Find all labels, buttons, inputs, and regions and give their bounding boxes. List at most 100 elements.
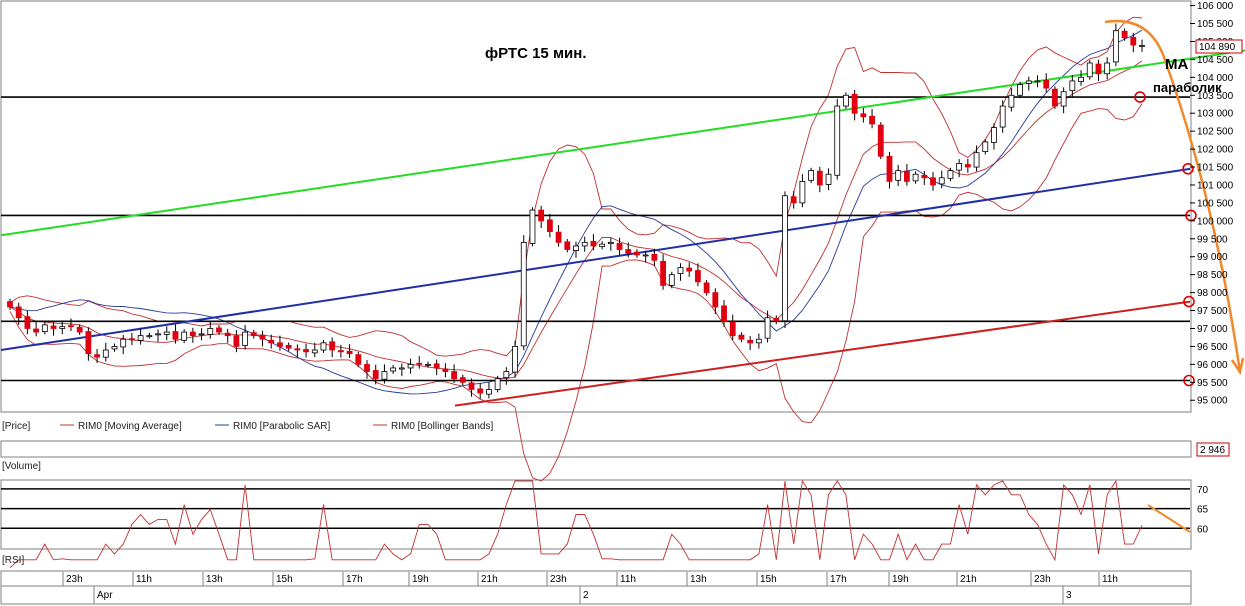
rsi-tick-label: 65 xyxy=(1197,505,1209,516)
candle-body xyxy=(973,152,980,168)
candle-body xyxy=(146,335,153,338)
candle-body xyxy=(459,377,466,383)
y-tick-label: 100 000 xyxy=(1197,216,1234,227)
date-tick-label: Apr xyxy=(97,590,113,601)
time-tick-label: 21h xyxy=(960,574,977,585)
candle-body xyxy=(486,389,492,395)
time-tick-label: 11h xyxy=(1102,574,1118,585)
volume-panel-frame xyxy=(0,440,1192,458)
last-price-value: 104 890 xyxy=(1199,42,1236,53)
candle-body xyxy=(773,317,780,322)
candle-body xyxy=(311,349,318,354)
candle-body xyxy=(947,170,954,179)
candle-body xyxy=(433,363,440,369)
candle-body xyxy=(991,127,997,143)
candle-body xyxy=(668,274,675,286)
candle-body xyxy=(346,350,353,354)
candle-body xyxy=(337,350,344,353)
y-tick-label: 96 000 xyxy=(1197,360,1228,371)
time-tick-label: 13h xyxy=(690,574,707,585)
time-tick-label: 23h xyxy=(66,574,83,585)
candle-body xyxy=(268,339,275,344)
y-tick-label: 105 500 xyxy=(1197,19,1234,30)
candle-body xyxy=(15,306,22,319)
candle-body xyxy=(895,170,902,181)
candle-body xyxy=(285,344,292,349)
candle-body xyxy=(790,196,797,204)
legend-sar: RIM0 [Parabolic SAR] xyxy=(233,421,330,432)
candle-body xyxy=(843,94,849,107)
time-tick-label: 15h xyxy=(276,574,293,585)
candle-body xyxy=(41,324,48,332)
candle-body xyxy=(651,253,658,261)
time-tick-label: 19h xyxy=(892,574,909,585)
legend-bb: RIM0 [Bollinger Bands] xyxy=(391,421,493,432)
candle-body xyxy=(738,334,745,340)
candle-body xyxy=(677,267,684,274)
candle-body xyxy=(564,241,571,250)
candle-body xyxy=(660,260,666,286)
candle-body xyxy=(216,327,222,333)
candle-body xyxy=(303,349,309,353)
candle-body xyxy=(869,115,875,125)
candle-body xyxy=(721,305,727,322)
candle-body xyxy=(390,367,397,372)
time-tick-label: 19h xyxy=(412,574,429,585)
candle-body xyxy=(68,325,74,328)
candle-body xyxy=(1017,84,1023,96)
date-tick-label: 2 xyxy=(583,590,589,601)
candle-body xyxy=(825,173,832,185)
candle-body xyxy=(816,170,823,186)
candle-body xyxy=(468,382,475,390)
y-tick-label: 104 500 xyxy=(1197,55,1234,66)
candle-body xyxy=(782,195,788,322)
volume-last-value: 2 946 xyxy=(1200,445,1225,456)
time-tick-label: 15h xyxy=(760,574,777,585)
candle-body xyxy=(1069,80,1076,92)
candle-body xyxy=(451,371,457,380)
candle-body xyxy=(1121,30,1128,39)
candle-body xyxy=(930,177,936,186)
y-tick-label: 99 500 xyxy=(1197,234,1228,245)
y-tick-label: 95 500 xyxy=(1197,378,1228,389)
candle-body xyxy=(94,354,100,358)
y-tick-label: 106 000 xyxy=(1197,1,1234,12)
y-tick-label: 101 500 xyxy=(1197,163,1234,174)
candle-body xyxy=(956,163,963,171)
time-tick-label: 11h xyxy=(136,574,152,585)
candle-body xyxy=(712,292,719,308)
candle-body xyxy=(799,180,806,204)
time-axis-frame xyxy=(0,570,1192,605)
candle-body xyxy=(912,173,919,182)
candle-body xyxy=(181,331,188,341)
time-tick-label: 11h xyxy=(620,574,636,585)
candle-body xyxy=(903,170,910,182)
time-tick-label: 13h xyxy=(206,574,223,585)
candle-body xyxy=(1130,36,1137,46)
candle-body xyxy=(764,317,771,339)
candle-body xyxy=(477,388,484,394)
candle-body xyxy=(407,363,414,369)
chart-canvas: 95 000 95 500 96 000 96 500 97 000 97 500 98 0… xyxy=(0,0,1245,605)
candle-body xyxy=(642,254,649,257)
rsi-panel-label: [RSI] xyxy=(2,555,24,566)
candle-body xyxy=(1043,79,1050,89)
candle-body xyxy=(1034,80,1041,83)
candle-body xyxy=(851,93,858,114)
candle-body xyxy=(634,251,640,256)
candle-body xyxy=(607,241,614,245)
candle-body xyxy=(1095,63,1102,75)
candle-body xyxy=(938,177,945,185)
candle-body xyxy=(538,209,545,222)
candle-body xyxy=(242,331,249,346)
candle-body xyxy=(372,370,379,380)
price-panel-frame xyxy=(0,0,1192,413)
candle-body xyxy=(189,331,196,337)
candle-body xyxy=(695,270,701,283)
candle-body xyxy=(381,371,388,380)
candle-body xyxy=(860,113,867,118)
candle-body xyxy=(355,354,362,365)
y-tick-label: 95 000 xyxy=(1197,396,1228,407)
candle-body xyxy=(33,328,40,333)
candle-body xyxy=(886,155,893,182)
